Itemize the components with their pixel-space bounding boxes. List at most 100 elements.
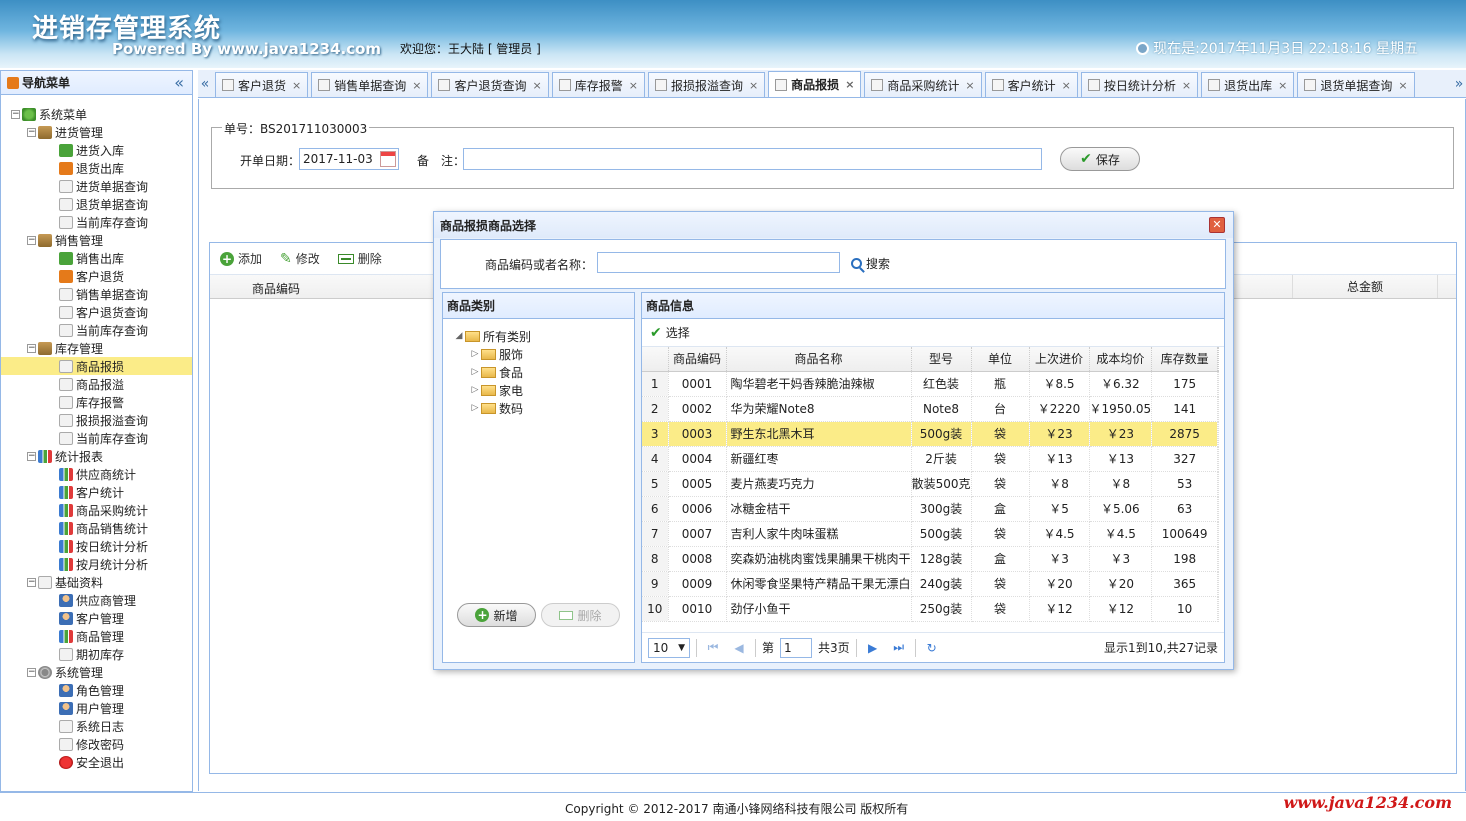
collapsed-arrow-icon[interactable]: ▷ [469, 349, 481, 359]
refresh-icon[interactable]: ↻ [922, 641, 942, 655]
collapsed-arrow-icon[interactable]: ▷ [469, 367, 481, 377]
tab-close-icon[interactable]: × [749, 79, 758, 92]
column-header[interactable]: 成本均价 [1089, 347, 1153, 372]
tab[interactable]: 客户统计 × [984, 72, 1078, 97]
column-header[interactable]: 商品编码 [668, 347, 727, 372]
column-header-code[interactable]: 商品编码 [252, 280, 300, 297]
next-page-icon[interactable]: ▶ [863, 641, 883, 655]
table-row[interactable]: 5 0005 麦片燕麦巧克力 散装500克袋 ￥8 ￥8 53 [642, 471, 1220, 497]
column-header-total[interactable]: 总金额 [1292, 275, 1438, 298]
column-header[interactable]: 型号 [911, 347, 972, 372]
edit-button[interactable]: ✎ 修改 [280, 250, 320, 267]
tab-close-icon[interactable]: × [845, 78, 854, 91]
nav-item[interactable]: 期初库存 [1, 645, 192, 663]
collapse-toggle-icon[interactable]: − [27, 235, 36, 245]
nav-item[interactable]: 供应商统计 [1, 465, 192, 483]
close-icon[interactable]: ✕ [1209, 217, 1225, 233]
column-header[interactable]: 单位 [971, 347, 1030, 372]
collapse-toggle-icon[interactable]: − [27, 127, 36, 137]
tab-close-icon[interactable]: × [292, 79, 301, 92]
nav-item[interactable]: 客户统计 [1, 483, 192, 501]
column-header[interactable]: 上次进价 [1029, 347, 1090, 372]
table-row[interactable]: 6 0006 冰糖金桔干 300g装盒 ￥5 ￥5.06 63 [642, 496, 1220, 522]
table-row[interactable]: 10 0010 劲仔小鱼干 250g装袋 ￥12 ￥12 10 [642, 596, 1220, 622]
category-item[interactable]: ▷ 家电 [443, 381, 634, 399]
table-row[interactable]: 3 0003 野生东北黑木耳 500g装袋 ￥23 ￥23 2875 [642, 421, 1220, 447]
table-row[interactable]: 7 0007 吉利人家牛肉味蛋糕 500g装袋 ￥4.5 ￥4.5 100649 [642, 521, 1220, 547]
tab-scroll-right-icon[interactable]: » [1452, 71, 1466, 97]
tab-close-icon[interactable]: × [629, 79, 638, 92]
category-item[interactable]: ▷ 食品 [443, 363, 634, 381]
table-row[interactable]: 4 0004 新疆红枣 2斤装袋 ￥13 ￥13 327 [642, 446, 1220, 472]
collapse-toggle-icon[interactable]: − [27, 667, 36, 677]
new-category-button[interactable]: + 新增 [457, 603, 536, 627]
collapse-icon[interactable]: « [174, 73, 184, 92]
collapse-toggle-icon[interactable]: − [11, 109, 20, 119]
nav-item[interactable]: 商品销售统计 [1, 519, 192, 537]
page-size-select[interactable]: 10 ▼ [648, 637, 690, 658]
nav-item[interactable]: 报损报溢查询 [1, 411, 192, 429]
page-number-input[interactable]: 1 [780, 637, 813, 658]
save-button[interactable]: ✔ 保存 [1060, 147, 1140, 171]
search-input[interactable] [597, 252, 840, 273]
tab[interactable]: 商品采购统计 × [864, 72, 982, 97]
nav-item[interactable]: 客户退货 [1, 267, 192, 285]
tab[interactable]: 退货出库 × [1201, 72, 1295, 97]
delete-category-button[interactable]: 删除 [541, 603, 620, 627]
tab[interactable]: 按日统计分析 × [1080, 72, 1199, 97]
tab[interactable]: 客户退货 × [215, 72, 309, 97]
expanded-arrow-icon[interactable]: ◢ [453, 331, 465, 341]
remark-input[interactable] [463, 148, 1042, 170]
tab-close-icon[interactable]: × [1062, 79, 1071, 92]
tab[interactable]: 商品报损 × [768, 71, 862, 97]
nav-item[interactable]: 商品报溢 [1, 375, 192, 393]
nav-item[interactable]: 客户管理 [1, 609, 192, 627]
nav-item[interactable]: 供应商管理 [1, 591, 192, 609]
tab-close-icon[interactable]: × [1182, 79, 1191, 92]
table-row[interactable]: 1 0001 陶华碧老干妈香辣脆油辣椒 红色装瓶 ￥8.5 ￥6.32 175 [642, 371, 1220, 397]
nav-item[interactable]: − 统计报表 [1, 447, 192, 465]
tab[interactable]: 库存报警 × [551, 72, 645, 97]
tab-close-icon[interactable]: × [532, 79, 541, 92]
delete-button[interactable]: 删除 [337, 250, 382, 267]
select-button[interactable]: ✔ 选择 [650, 324, 690, 341]
nav-item[interactable]: − 系统管理 [1, 663, 192, 681]
tab-close-icon[interactable]: × [965, 79, 974, 92]
tab[interactable]: 退货单据查询 × [1297, 72, 1415, 97]
tab-close-icon[interactable]: × [1398, 79, 1407, 92]
table-row[interactable]: 2 0002 华为荣耀Note8 Note8 台 ￥2220 ￥1950.05 141 [642, 396, 1220, 422]
search-button[interactable]: 搜索 [851, 255, 890, 272]
nav-item[interactable]: 客户退货查询 [1, 303, 192, 321]
nav-item[interactable]: 系统日志 [1, 717, 192, 735]
table-row[interactable]: 9 0009 休闲零食坚果特产精品干果无漂白 240g装袋 ￥20 ￥20 365 [642, 571, 1220, 597]
collapsed-arrow-icon[interactable]: ▷ [469, 385, 481, 395]
first-page-icon[interactable]: ⏮ [703, 640, 723, 655]
column-header[interactable]: 商品名称 [726, 347, 912, 372]
nav-item[interactable]: 安全退出 [1, 753, 192, 771]
collapse-toggle-icon[interactable]: − [27, 577, 36, 587]
nav-item[interactable]: − 销售管理 [1, 231, 192, 249]
nav-item[interactable]: − 基础资料 [1, 573, 192, 591]
collapse-toggle-icon[interactable]: − [27, 451, 36, 461]
category-item[interactable]: ▷ 数码 [443, 399, 634, 417]
nav-item[interactable]: 销售出库 [1, 249, 192, 267]
nav-item[interactable]: 当前库存查询 [1, 429, 192, 447]
table-row[interactable]: 8 0008 奕森奶油桃肉蜜饯果脯果干桃肉干 128g装盒 ￥3 ￥3 198 [642, 546, 1220, 572]
nav-item[interactable]: − 进货管理 [1, 123, 192, 141]
tab-close-icon[interactable]: × [412, 79, 421, 92]
nav-item[interactable]: 商品采购统计 [1, 501, 192, 519]
column-header[interactable]: 库存数量 [1151, 347, 1219, 372]
nav-item[interactable]: 商品管理 [1, 627, 192, 645]
tab-close-icon[interactable]: × [1278, 79, 1287, 92]
nav-item[interactable]: 进货单据查询 [1, 177, 192, 195]
tab[interactable]: 客户退货查询 × [431, 72, 549, 97]
nav-item[interactable]: − 库存管理 [1, 339, 192, 357]
nav-item[interactable]: 修改密码 [1, 735, 192, 753]
tab[interactable]: 报损报溢查询 × [647, 72, 766, 97]
nav-item[interactable]: 用户管理 [1, 699, 192, 717]
nav-item[interactable]: 库存报警 [1, 393, 192, 411]
nav-item[interactable]: 当前库存查询 [1, 213, 192, 231]
nav-item[interactable]: 角色管理 [1, 681, 192, 699]
nav-item[interactable]: 退货单据查询 [1, 195, 192, 213]
collapsed-arrow-icon[interactable]: ▷ [469, 403, 481, 413]
